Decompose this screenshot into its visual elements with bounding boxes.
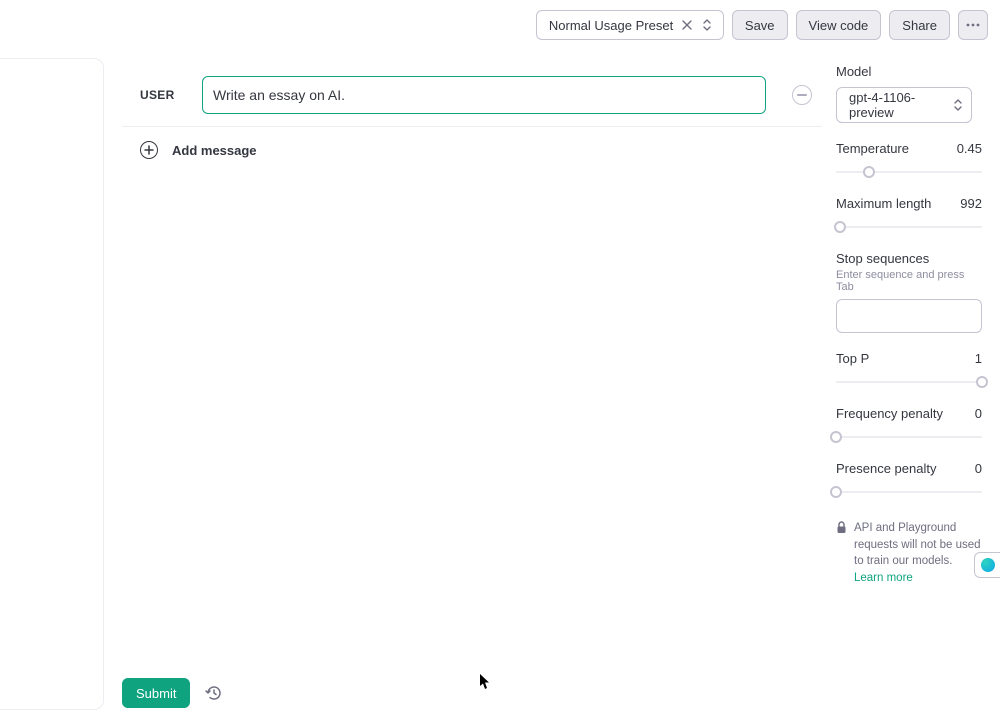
preset-selector[interactable]: Normal Usage Preset — [536, 10, 724, 40]
stop-sequences-input[interactable] — [836, 299, 982, 333]
save-button[interactable]: Save — [732, 10, 788, 40]
plus-circle-icon — [140, 141, 158, 159]
pres-slider[interactable] — [836, 486, 982, 498]
minus-icon — [797, 94, 807, 96]
chevron-up-down-icon[interactable] — [697, 15, 717, 35]
freq-label: Frequency penalty — [836, 406, 943, 421]
topbar: Normal Usage Preset Save View code Share — [536, 10, 988, 40]
ellipsis-icon — [966, 23, 980, 27]
assistant-icon — [981, 558, 995, 572]
submit-button[interactable]: Submit — [122, 678, 190, 708]
slider-thumb[interactable] — [830, 431, 842, 443]
training-notice: API and Playground requests will not be … — [836, 520, 984, 587]
maxlen-label: Maximum length — [836, 196, 931, 211]
lock-icon — [836, 521, 848, 587]
footer-bar: Submit — [122, 678, 224, 708]
topp-slider[interactable] — [836, 376, 982, 388]
freq-param: Frequency penalty 0 — [836, 406, 982, 443]
model-value: gpt-4-1106-preview — [849, 90, 943, 120]
chat-area: USER Add message — [122, 62, 822, 173]
learn-more-link[interactable]: Learn more — [854, 572, 913, 584]
message-input[interactable] — [202, 76, 766, 114]
stop-label: Stop sequences — [836, 251, 982, 266]
pres-label: Presence penalty — [836, 461, 936, 476]
settings-panel: Model gpt-4-1106-preview Temperature 0.4… — [836, 64, 982, 587]
more-button[interactable] — [958, 10, 988, 40]
maxlen-value: 992 — [960, 196, 982, 211]
add-message-button[interactable]: Add message — [122, 127, 822, 173]
system-panel — [0, 58, 104, 710]
temperature-slider[interactable] — [836, 166, 982, 178]
slider-thumb[interactable] — [834, 221, 846, 233]
chevron-up-down-icon — [953, 98, 963, 112]
pres-param: Presence penalty 0 — [836, 461, 982, 498]
temperature-value: 0.45 — [957, 141, 982, 156]
view-code-button[interactable]: View code — [796, 10, 882, 40]
clear-icon[interactable] — [677, 15, 697, 35]
topp-param: Top P 1 — [836, 351, 982, 388]
slider-thumb[interactable] — [863, 166, 875, 178]
maxlen-param: Maximum length 992 — [836, 196, 982, 233]
temperature-label: Temperature — [836, 141, 909, 156]
topp-value: 1 — [975, 351, 982, 366]
slider-thumb[interactable] — [830, 486, 842, 498]
remove-message-button[interactable] — [792, 85, 812, 105]
role-label[interactable]: USER — [122, 88, 202, 102]
stop-hint: Enter sequence and press Tab — [836, 269, 982, 293]
message-row: USER — [122, 62, 822, 127]
slider-thumb[interactable] — [976, 376, 988, 388]
topp-label: Top P — [836, 351, 869, 366]
add-message-label: Add message — [172, 143, 257, 158]
model-select[interactable]: gpt-4-1106-preview — [836, 87, 972, 123]
pres-value: 0 — [975, 461, 982, 476]
mouse-cursor — [480, 674, 491, 690]
help-bubble[interactable] — [974, 552, 1000, 578]
notice-text: API and Playground requests will not be … — [854, 520, 984, 587]
model-label: Model — [836, 64, 982, 79]
share-button[interactable]: Share — [889, 10, 950, 40]
freq-slider[interactable] — [836, 431, 982, 443]
freq-value: 0 — [975, 406, 982, 421]
maxlen-slider[interactable] — [836, 221, 982, 233]
history-icon[interactable] — [204, 683, 224, 703]
temperature-param: Temperature 0.45 — [836, 141, 982, 178]
preset-name: Normal Usage Preset — [549, 18, 677, 33]
message-input-wrap — [202, 76, 784, 114]
stop-sequences-param: Stop sequences Enter sequence and press … — [836, 251, 982, 333]
